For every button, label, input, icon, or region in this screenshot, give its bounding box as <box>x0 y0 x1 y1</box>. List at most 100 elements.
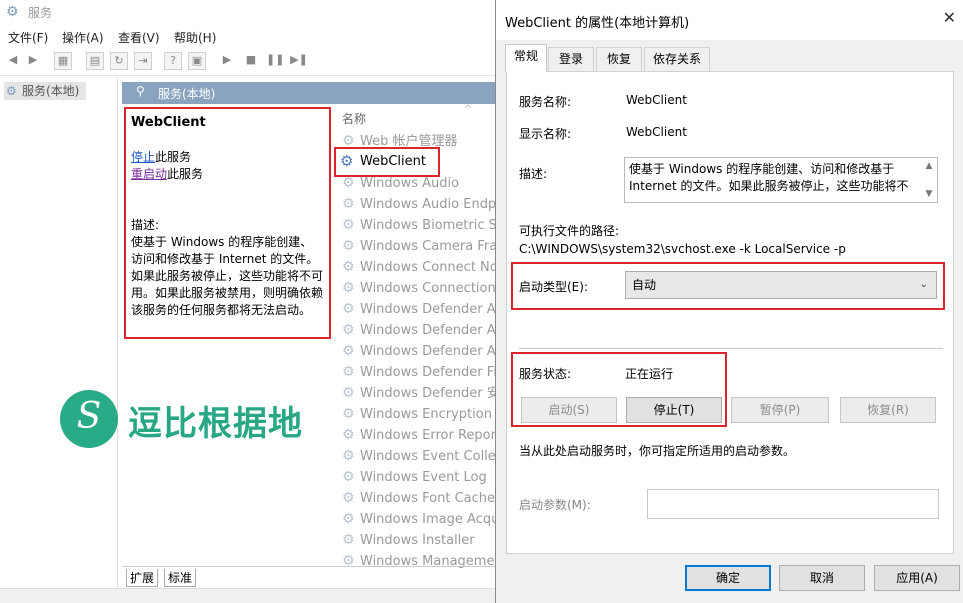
chevron-down-icon: ⌄ <box>919 279 928 290</box>
stop-service-link[interactable]: 停止 <box>131 150 155 164</box>
pause-icon[interactable]: ❚❚ <box>266 52 284 70</box>
service-row-webclient[interactable]: ⚙ WebClient <box>340 151 426 172</box>
service-row[interactable]: ⚙ Windows Font Cache Se <box>340 488 500 509</box>
detail-desc-label: 描述: <box>131 218 160 232</box>
startup-type-label: 启动类型(E): <box>519 280 588 294</box>
service-row[interactable]: ⚙ Windows Connect Now <box>340 257 500 278</box>
services-window-title: 服务 <box>28 6 53 20</box>
service-gear-icon: ⚙ <box>342 322 355 338</box>
show-tree-icon[interactable]: ▦ <box>54 52 72 70</box>
ok-button[interactable]: 确定 <box>685 565 771 591</box>
description-text: 使基于 Windows 的程序能创建、访问和修改基于 Internet 的文件。… <box>629 162 909 193</box>
service-row[interactable]: ⚙ Windows Defender Anti <box>340 341 500 362</box>
forward-icon[interactable]: ▶ <box>24 52 42 70</box>
tab-extended[interactable]: 扩展 <box>126 569 159 587</box>
path-value: C:\WINDOWS\system32\svchost.exe -k Local… <box>519 242 846 256</box>
services-header-title: 服务(本地) <box>158 87 216 101</box>
service-name-label: 服务名称: <box>519 95 572 109</box>
search-gear-icon: ⚲ <box>136 84 145 98</box>
service-row[interactable]: ⚙ Windows Image Acquis <box>340 509 500 530</box>
service-row[interactable]: ⚙ Windows Event Log <box>340 467 487 488</box>
start-button[interactable]: 启动(S) <box>521 397 617 423</box>
stop-icon[interactable]: ■ <box>242 52 260 70</box>
service-gear-icon: ⚙ <box>342 343 355 359</box>
path-label: 可执行文件的路径: <box>519 224 620 238</box>
service-name: Windows Audio <box>360 176 460 191</box>
properties-dialog: WebClient 的属性(本地计算机) ✕ 常规 登录 恢复 依存关系 服务名… <box>495 0 963 603</box>
restart-suffix: 此服务 <box>167 167 204 181</box>
services-title-bar: ⚙ 服务 <box>0 0 500 24</box>
service-gear-icon: ⚙ <box>342 427 355 443</box>
start-params-input[interactable] <box>647 489 939 519</box>
service-name: Windows Defender 安全 <box>360 386 500 401</box>
help-icon[interactable]: ? <box>164 52 182 70</box>
dialog-title: WebClient 的属性(本地计算机) <box>505 16 690 31</box>
pause-button[interactable]: 暂停(P) <box>731 397 829 423</box>
description-label: 描述: <box>519 167 548 181</box>
service-row[interactable]: ⚙ Windows Connection M <box>340 278 500 299</box>
service-name: Windows Audio Endpoi <box>360 197 500 212</box>
resume-button[interactable]: 恢复(R) <box>840 397 936 423</box>
service-name: Windows Camera Fram <box>360 239 500 254</box>
watermark: S 逗比根据地 <box>60 390 320 450</box>
stop-suffix: 此服务 <box>155 150 192 164</box>
service-row[interactable]: ⚙ Windows Camera Fram <box>340 236 500 257</box>
apply-button[interactable]: 应用(A) <box>874 565 960 591</box>
stop-button[interactable]: 停止(T) <box>626 397 722 423</box>
column-header-name[interactable]: 名称 <box>342 110 366 127</box>
service-gear-icon: ⚙ <box>342 301 355 317</box>
description-textbox[interactable]: 使基于 Windows 的程序能创建、访问和修改基于 Internet 的文件。… <box>624 157 938 203</box>
service-row[interactable]: ⚙ Windows Event Collecto <box>340 446 500 467</box>
service-row[interactable]: ⚙ Windows Biometric Ser <box>340 215 500 236</box>
tab-logon[interactable]: 登录 <box>548 47 594 71</box>
back-icon[interactable]: ◀ <box>4 52 22 70</box>
menu-view[interactable]: 查看(V) <box>118 29 160 46</box>
service-status-label: 服务状态: <box>519 367 572 381</box>
restart-service-link[interactable]: 重启动 <box>131 167 167 181</box>
restart-icon[interactable]: ▶❚ <box>290 52 308 70</box>
toolbar: ◀ ▶ ▦ ▤ ↻ ⇥ ? ▣ ▶ ■ ❚❚ ▶❚ <box>0 48 500 76</box>
service-gear-icon: ⚙ <box>342 406 355 422</box>
console-tree: ⚙ 服务(本地) <box>0 78 118 603</box>
service-gear-icon: ⚙ <box>342 448 355 464</box>
start-params-hint: 当从此处启动服务时，你可指定所适用的启动参数。 <box>519 444 796 458</box>
menu-action[interactable]: 操作(A) <box>62 29 104 46</box>
startup-type-select[interactable]: 自动 ⌄ <box>625 271 937 299</box>
service-row[interactable]: ⚙ Windows Defender Adv <box>340 299 500 320</box>
dialog-title-bar: WebClient 的属性(本地计算机) ✕ <box>496 0 963 40</box>
menu-bar: 文件(F) 操作(A) 查看(V) 帮助(H) <box>0 26 500 48</box>
service-row[interactable]: ⚙ Windows Installer <box>340 530 475 551</box>
tab-dependencies[interactable]: 依存关系 <box>644 47 710 71</box>
menu-file[interactable]: 文件(F) <box>8 29 48 46</box>
properties-icon[interactable]: ▤ <box>86 52 104 70</box>
console-icon[interactable]: ▣ <box>188 52 206 70</box>
service-name: Windows Event Collecto <box>360 449 500 464</box>
service-row[interactable]: ⚙ Windows Audio Endpoi <box>340 194 500 215</box>
service-name: WebClient <box>360 154 426 169</box>
service-row[interactable]: ⚙ Windows Defender Fire <box>340 362 500 383</box>
service-gear-icon: ⚙ <box>342 217 355 233</box>
refresh-icon[interactable]: ↻ <box>110 52 128 70</box>
description-scroll-icon[interactable]: ▲ ▼ <box>922 159 936 201</box>
service-row[interactable]: ⚙ Windows Defender 安全 <box>340 383 500 404</box>
service-row[interactable]: ⚙ Windows Error Reportin <box>340 425 500 446</box>
service-name: Windows Encryption Pro <box>360 407 500 422</box>
play-icon[interactable]: ▶ <box>218 52 236 70</box>
service-name: Windows Defender Adv <box>360 302 500 317</box>
detail-desc-text: 使基于 Windows 的程序能创建、访问和修改基于 Internet 的文件。… <box>131 235 324 317</box>
cancel-button[interactable]: 取消 <box>779 565 865 591</box>
tab-standard[interactable]: 标准 <box>164 569 197 587</box>
tab-recovery[interactable]: 恢复 <box>596 47 642 71</box>
close-icon[interactable]: ✕ <box>943 8 956 27</box>
service-row[interactable]: ⚙ Windows Encryption Pro <box>340 404 500 425</box>
menu-help[interactable]: 帮助(H) <box>174 29 216 46</box>
services-node-icon: ⚙ <box>6 84 17 98</box>
service-detail-panel: WebClient 停止此服务 重启动此服务 描述: 使基于 Windows 的… <box>124 107 331 339</box>
watermark-logo-icon: S <box>60 390 118 448</box>
service-row[interactable]: ⚙ Windows Defender Anti <box>340 320 500 341</box>
service-gear-icon: ⚙ <box>342 364 355 380</box>
tree-node-services-local[interactable]: ⚙ 服务(本地) <box>4 82 86 100</box>
service-name: Windows Defender Fire <box>360 365 500 380</box>
export-icon[interactable]: ⇥ <box>134 52 152 70</box>
tab-general[interactable]: 常规 <box>505 44 547 72</box>
